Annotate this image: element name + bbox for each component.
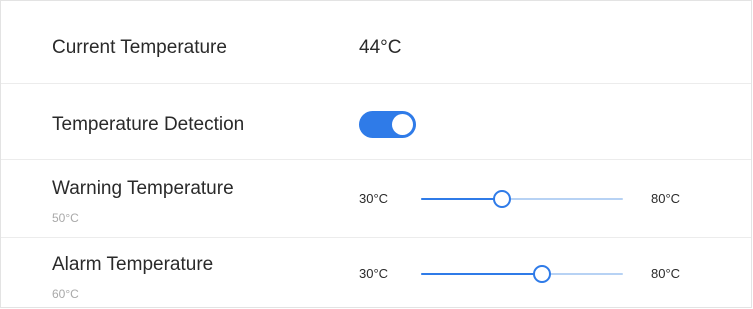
temperature-detection-row: Temperature Detection [1, 84, 751, 160]
slider-fill [421, 198, 502, 200]
temperature-settings-panel: Current Temperature 44°C Temperature Det… [0, 0, 752, 308]
slider-thumb[interactable] [492, 190, 511, 208]
current-temperature-row: Current Temperature 44°C [1, 1, 751, 84]
current-temperature-value: 44°C [359, 37, 402, 58]
warning-temperature-label: Warning Temperature [52, 178, 234, 199]
toggle-knob [392, 114, 413, 135]
alarm-temperature-slider[interactable] [421, 265, 623, 283]
warning-temperature-current-value: 50°C [52, 211, 79, 225]
slider-thumb[interactable] [533, 265, 552, 283]
alarm-slider-max-label: 80°C [651, 266, 681, 281]
temperature-detection-label: Temperature Detection [52, 114, 245, 135]
temperature-detection-toggle[interactable] [359, 111, 416, 138]
current-temperature-label: Current Temperature [52, 37, 227, 58]
alarm-temperature-label: Alarm Temperature [52, 254, 214, 275]
warning-slider-min-label: 30°C [359, 191, 389, 206]
alarm-slider-min-label: 30°C [359, 266, 389, 281]
alarm-temperature-current-value: 60°C [52, 287, 79, 301]
slider-fill [421, 273, 543, 275]
warning-slider-max-label: 80°C [651, 191, 681, 206]
warning-temperature-row: Warning Temperature 50°C 30°C 80°C [1, 160, 751, 238]
warning-temperature-slider[interactable] [421, 190, 623, 208]
alarm-temperature-row: Alarm Temperature 60°C 30°C 80°C [1, 238, 751, 309]
